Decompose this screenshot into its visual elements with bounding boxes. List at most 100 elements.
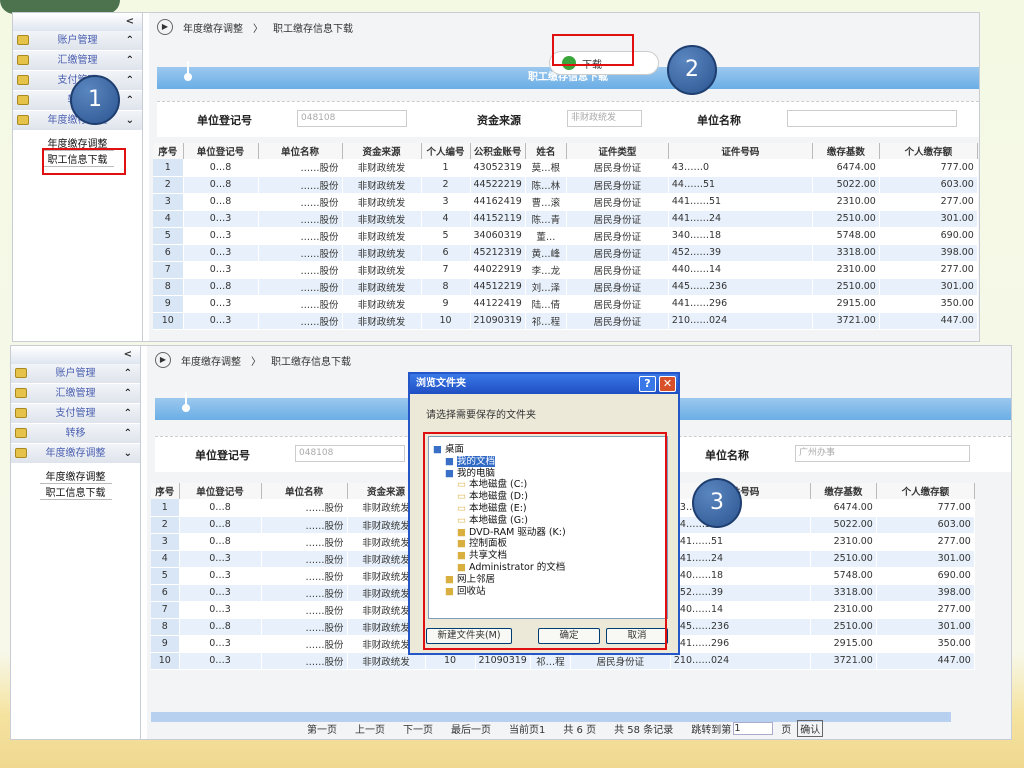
table-cell: 690.00 bbox=[879, 227, 978, 245]
table-cell: 34060319 bbox=[470, 227, 526, 245]
table-cell: 301.00 bbox=[876, 618, 975, 636]
table-cell: 398.00 bbox=[879, 244, 978, 262]
table-cell: 0…8 bbox=[179, 499, 262, 517]
table-cell: 2310.00 bbox=[812, 261, 880, 279]
table-cell: 44……51 bbox=[670, 516, 811, 534]
breadcrumb-parent[interactable]: 年度缴存调整 bbox=[183, 20, 243, 35]
menu-label: 汇缴管理 bbox=[55, 388, 96, 399]
column-header[interactable]: 序号 bbox=[153, 143, 184, 159]
column-header[interactable]: 缴存基数 bbox=[810, 483, 877, 499]
table-cell: ……股份 bbox=[261, 550, 348, 568]
page-prev-link[interactable]: 上一页 bbox=[355, 721, 385, 736]
play-icon[interactable]: ▶ bbox=[155, 352, 171, 368]
table-cell: 8 bbox=[151, 618, 180, 636]
table-cell: 350.00 bbox=[876, 635, 975, 653]
table-cell: 0…3 bbox=[179, 567, 262, 585]
table-row[interactable]: 60…3……股份非财政统发645212319黄…峰居民身份证452……39331… bbox=[153, 244, 978, 262]
column-header[interactable]: 个人编号 bbox=[421, 143, 471, 159]
sidebar-menu-item[interactable]: 账户管理 ⌃ bbox=[11, 364, 140, 384]
page-next-link[interactable]: 下一页 bbox=[403, 721, 433, 736]
table-cell: 居民身份证 bbox=[566, 312, 669, 330]
sidebar-menu-item[interactable]: 账户管理 ⌃ bbox=[13, 31, 142, 51]
submenu-item[interactable]: 职工信息下载 bbox=[11, 486, 140, 502]
column-header[interactable]: 姓名 bbox=[525, 143, 567, 159]
column-header[interactable]: 单位名称 bbox=[258, 143, 343, 159]
folder-icon bbox=[17, 95, 29, 105]
column-header[interactable]: 证件类型 bbox=[566, 143, 669, 159]
confirm-button[interactable]: 确认 bbox=[797, 720, 824, 737]
table-cell: 3318.00 bbox=[812, 244, 880, 262]
column-header[interactable]: 缴存基数 bbox=[812, 143, 880, 159]
table-row[interactable]: 10 0…3 ……股份 非财政统发 10 21090319 祁…程 居民身份证 210……024… bbox=[153, 312, 978, 330]
table-row[interactable]: 20…8……股份非财政统发244522219陈…林居民身份证44……515022… bbox=[153, 176, 978, 194]
table-cell: 3721.00 bbox=[812, 312, 880, 330]
table-row[interactable]: 30…8……股份非财政统发344162419曹…滚居民身份证441……51231… bbox=[153, 193, 978, 211]
table-cell: 2 bbox=[151, 516, 180, 534]
table-cell: 277.00 bbox=[876, 601, 975, 619]
breadcrumb-current: 职工缴存信息下载 bbox=[273, 23, 353, 35]
table-cell: 44……51 bbox=[668, 176, 813, 194]
reg-label: 单位登记号 bbox=[197, 114, 252, 127]
goto-page-input[interactable]: 1 bbox=[733, 722, 774, 735]
sidebar-menu-item[interactable]: 汇缴管理 ⌃ bbox=[13, 51, 142, 71]
name-input[interactable] bbox=[787, 110, 957, 127]
table-cell: 5 bbox=[153, 227, 184, 245]
column-header[interactable]: 序号 bbox=[151, 483, 180, 499]
table-cell: 陈…青 bbox=[525, 210, 567, 228]
submenu-item[interactable]: 年度缴存调整 bbox=[11, 470, 140, 486]
reg-input[interactable]: 048108 bbox=[295, 445, 405, 462]
column-header[interactable]: 单位登记号 bbox=[179, 483, 262, 499]
table-cell: 7 bbox=[421, 261, 471, 279]
help-button[interactable]: ? bbox=[639, 376, 656, 392]
submenu-label: 年度缴存调整 bbox=[39, 472, 112, 484]
column-header[interactable]: 单位登记号 bbox=[183, 143, 259, 159]
page-unit: 页 bbox=[781, 725, 792, 736]
table-cell: 居民身份证 bbox=[566, 227, 669, 245]
sidebar-collapse-button[interactable]: < bbox=[13, 13, 142, 31]
table-row[interactable]: 90…3……股份非财政统发944122419陆…倩居民身份证441……29629… bbox=[153, 295, 978, 313]
page-first-link[interactable]: 第一页 bbox=[307, 721, 337, 736]
page-last-link[interactable]: 最后一页 bbox=[451, 721, 491, 736]
table-row[interactable]: 40…3……股份非财政统发444152119陈…青居民身份证441……24251… bbox=[153, 210, 978, 228]
table-cell: 非财政统发 bbox=[342, 227, 422, 245]
play-icon[interactable]: ▶ bbox=[157, 19, 173, 35]
table-cell: 690.00 bbox=[876, 567, 975, 585]
reg-input[interactable]: 048108 bbox=[297, 110, 407, 127]
close-button[interactable]: ✕ bbox=[659, 376, 676, 392]
table-cell: 9 bbox=[421, 295, 471, 313]
table-cell: 777.00 bbox=[876, 499, 975, 517]
folder-icon bbox=[15, 368, 27, 378]
column-header[interactable]: 公积金账号 bbox=[470, 143, 526, 159]
table-cell: 8 bbox=[153, 278, 184, 296]
table-row[interactable]: 50…3……股份非财政统发534060319董…居民身份证340……185748… bbox=[153, 227, 978, 245]
sidebar-menu-item[interactable]: 年度缴存调整 ⌄ bbox=[11, 444, 140, 464]
table-cell: ……股份 bbox=[258, 295, 343, 313]
table-row[interactable]: 10…8……股份非财政统发143052319莫…根居民身份证43……06474.… bbox=[153, 159, 978, 177]
sidebar-collapse-button[interactable]: < bbox=[11, 346, 140, 364]
name-input[interactable]: 广州办事 bbox=[795, 445, 970, 462]
breadcrumb-parent[interactable]: 年度缴存调整 bbox=[181, 353, 241, 368]
table-cell: 0…3 bbox=[179, 601, 262, 619]
table-cell: 301.00 bbox=[879, 210, 978, 228]
folder-icon bbox=[15, 448, 27, 458]
table-cell: 居民身份证 bbox=[566, 193, 669, 211]
sidebar-menu-item[interactable]: 汇缴管理 ⌃ bbox=[11, 384, 140, 404]
folder-icon bbox=[15, 428, 27, 438]
column-header[interactable]: 个人缴存额 bbox=[876, 483, 975, 499]
table-row[interactable]: 70…3……股份非财政统发744022919李…龙居民身份证440……14231… bbox=[153, 261, 978, 279]
table-cell: 居民身份证 bbox=[566, 210, 669, 228]
table-cell: 居民身份证 bbox=[566, 261, 669, 279]
column-header[interactable]: 个人缴存额 bbox=[879, 143, 978, 159]
table-cell: 3 bbox=[421, 193, 471, 211]
sidebar-menu-item[interactable]: 转移 ⌃ bbox=[11, 424, 140, 444]
column-header[interactable]: 资金来源 bbox=[342, 143, 422, 159]
column-header[interactable]: 单位名称 bbox=[261, 483, 348, 499]
table-cell: 3 bbox=[153, 193, 184, 211]
source-select[interactable]: 非财政统发 bbox=[567, 110, 642, 127]
table-row[interactable]: 80…8……股份非财政统发844512219刘…泽居民身份证445……23625… bbox=[153, 278, 978, 296]
chevron-up-icon: ⌃ bbox=[123, 388, 132, 399]
submenu: 年度缴存调整职工信息下载 bbox=[11, 464, 140, 502]
column-header[interactable]: 证件号码 bbox=[668, 143, 813, 159]
table-cell: ……股份 bbox=[258, 210, 343, 228]
sidebar-menu-item[interactable]: 支付管理 ⌃ bbox=[11, 404, 140, 424]
